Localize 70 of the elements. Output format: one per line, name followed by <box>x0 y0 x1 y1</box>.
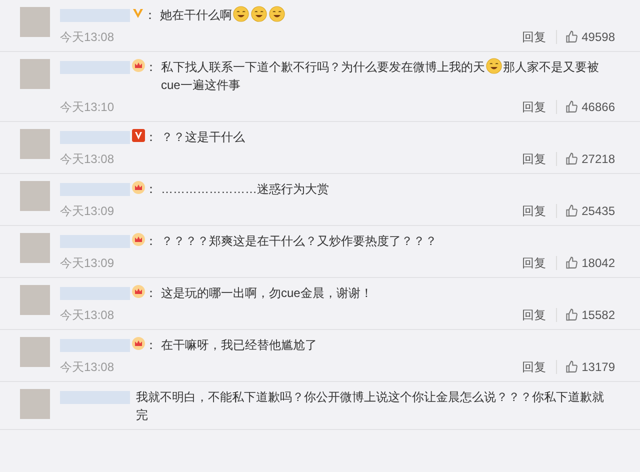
thumbs-up-icon <box>565 204 579 218</box>
reply-link[interactable]: 回复 <box>522 152 557 166</box>
avatar-photo-placeholder[interactable] <box>20 59 50 89</box>
avatar-photo-placeholder[interactable] <box>20 285 50 315</box>
blurred-username <box>60 183 130 196</box>
laughing-emoji-icon <box>269 6 285 22</box>
like-button[interactable]: 18042 <box>565 254 615 272</box>
blurred-username <box>60 339 130 352</box>
like-button[interactable]: 25435 <box>565 202 615 220</box>
blurred-username <box>60 287 130 300</box>
thumbs-up-icon <box>565 100 579 114</box>
colon-separator: ： <box>145 181 157 198</box>
avatar-photo-placeholder[interactable] <box>20 233 50 263</box>
colon-separator: ： <box>145 233 157 250</box>
reply-link[interactable]: 回复 <box>522 256 557 270</box>
comment-time: 今天13:09 <box>60 203 114 220</box>
blurred-username <box>60 9 130 22</box>
avatar-photo-placeholder[interactable] <box>20 181 50 211</box>
blurred-username <box>60 235 130 248</box>
comment-text: ？？这是干什么 <box>161 129 245 146</box>
blurred-username <box>60 61 130 74</box>
thumbs-up-icon <box>565 360 579 374</box>
crown-icon <box>132 233 145 246</box>
thumbs-up-icon <box>565 256 579 270</box>
comment-time: 今天13:08 <box>60 307 114 324</box>
avatar-photo-placeholder[interactable] <box>20 129 50 159</box>
comment-time: 今天13:10 <box>60 99 114 116</box>
comment-time: 今天13:08 <box>60 29 114 46</box>
comment-text: 在干嘛呀，我已经替他尴尬了 <box>161 337 317 354</box>
laughing-emoji-icon <box>251 6 267 22</box>
comment-time: 今天13:08 <box>60 151 114 168</box>
colon-separator: ： <box>145 337 157 354</box>
avatar-photo-placeholder[interactable] <box>20 337 50 367</box>
like-button[interactable]: 46866 <box>565 98 615 116</box>
crown-icon <box>132 59 145 72</box>
comment-text: 我就不明白，不能私下道歉吗？你公开微博上说这个你让金晨怎么说？？？你私下道歉就完 <box>136 389 605 424</box>
thumbs-up-icon <box>565 152 579 166</box>
comment-text: ？？？？郑爽这是在干什么？又炒作要热度了？？？ <box>161 233 437 250</box>
crown-icon <box>132 337 145 350</box>
colon-separator: ： <box>144 7 156 24</box>
laughing-emoji-icon <box>233 6 249 22</box>
crown-icon <box>132 181 145 194</box>
like-button[interactable]: 13179 <box>565 358 615 376</box>
reply-link[interactable]: 回复 <box>522 360 557 374</box>
colon-separator: ： <box>145 285 157 302</box>
like-button[interactable]: 27218 <box>565 150 615 168</box>
thumbs-up-icon <box>565 30 579 44</box>
avatar-photo-placeholder[interactable] <box>20 7 50 37</box>
reply-link[interactable]: 回复 <box>522 30 557 44</box>
colon-separator: ： <box>145 129 157 146</box>
thumbs-up-icon <box>565 308 579 322</box>
reply-link[interactable]: 回复 <box>522 204 557 218</box>
reply-link[interactable]: 回复 <box>522 100 557 114</box>
verified-v-icon <box>132 129 145 142</box>
avatar-photo-placeholder[interactable] <box>20 389 50 419</box>
laughing-emoji-icon <box>486 58 502 74</box>
comment-text: 这是玩的哪一出啊，勿cue金晨，谢谢！ <box>161 285 372 302</box>
blurred-username <box>60 131 130 144</box>
comment-text: 私下找人联系一下道个歉不行吗？为什么要发在微博上我的天 那人家不是又要被cue一遍这件事 <box>161 58 600 94</box>
like-button[interactable]: 49598 <box>565 28 615 46</box>
blurred-username <box>60 391 130 404</box>
verified-v-icon <box>132 7 144 19</box>
like-button[interactable]: 15582 <box>565 306 615 324</box>
comment-time: 今天13:08 <box>60 359 114 376</box>
reply-link[interactable]: 回复 <box>522 308 557 322</box>
comment-text: ……………………迷惑行为大赏 <box>161 181 329 198</box>
comment-time: 今天13:09 <box>60 255 114 272</box>
comment-text: 她在干什么啊 <box>160 6 286 24</box>
crown-icon <box>132 285 145 298</box>
colon-separator: ： <box>145 59 157 76</box>
